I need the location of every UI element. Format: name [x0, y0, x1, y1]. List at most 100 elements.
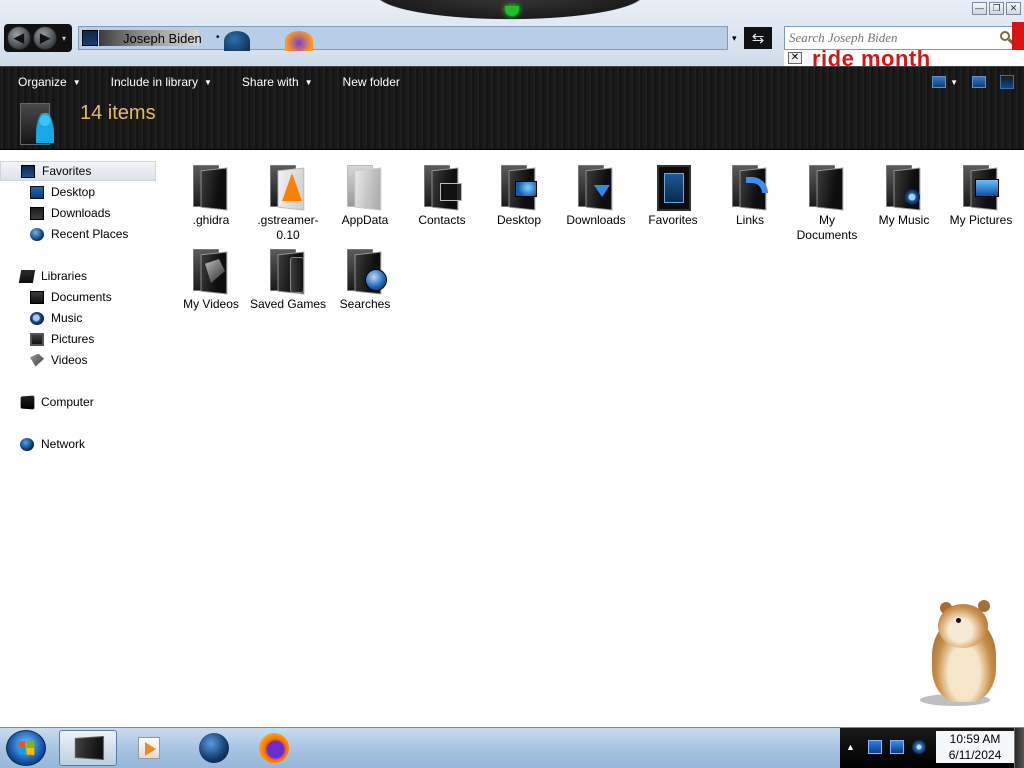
firefox-icon	[285, 31, 313, 51]
search-box	[784, 26, 1020, 50]
pictures-folder-icon	[961, 163, 1001, 211]
organize-button[interactable]: Organize ▼	[18, 75, 81, 89]
close-button[interactable]: ✕	[1006, 2, 1021, 15]
favorites-icon	[21, 164, 35, 178]
taskbar-media-player-button[interactable]	[120, 730, 178, 766]
sidebar-label: Pictures	[51, 332, 95, 346]
sidebar-label: Desktop	[51, 185, 96, 199]
file-list: .ghidra .gstreamer-0.10 AppData Contacts…	[170, 151, 1024, 726]
file-name: Desktop	[496, 213, 542, 227]
address-bar[interactable]: Joseph Biden •	[78, 26, 728, 51]
links-folder-icon	[730, 163, 770, 211]
title-bar: ◀ ▶ ▾ Joseph Biden • ▾ ⇆ — ❐ ✕ ✕ ride mo…	[0, 0, 1024, 66]
include-in-library-label: Include in library	[110, 75, 198, 89]
file-item-searches[interactable]: Searches	[326, 241, 404, 312]
sidebar-item-favorites[interactable]: Favorites	[0, 161, 156, 181]
sidebar-item-network[interactable]: Network	[0, 434, 85, 454]
clock[interactable]: 10:59 AM 6/11/2024	[936, 731, 1014, 763]
back-arrow-icon: ◀	[14, 30, 24, 45]
file-name: .ghidra	[192, 213, 230, 227]
organize-label: Organize	[18, 75, 67, 89]
file-item-gstreamer[interactable]: .gstreamer-0.10	[249, 157, 327, 243]
sidebar-label: Computer	[41, 395, 94, 409]
address-path[interactable]: Joseph Biden	[123, 31, 202, 46]
refresh-button[interactable]: ⇆	[744, 27, 772, 49]
file-item-links[interactable]: Links	[711, 157, 789, 228]
file-name: Saved Games	[249, 297, 327, 311]
taskbar-firefox-button[interactable]	[245, 730, 303, 766]
file-item-my-documents[interactable]: My Documents	[788, 157, 866, 243]
network-icon	[20, 437, 34, 451]
ad-text: ride month	[812, 50, 931, 66]
file-name: My Videos	[183, 297, 239, 311]
sidebar-item-documents[interactable]: Documents	[0, 287, 112, 307]
change-view-icon[interactable]	[932, 76, 947, 88]
hamster-mascot	[920, 600, 1010, 710]
start-button[interactable]	[6, 730, 46, 766]
clock-date: 6/11/2024	[948, 748, 1002, 762]
taskbar-explorer-button[interactable]	[59, 730, 117, 766]
share-with-label: Share with	[241, 75, 299, 89]
views-dropdown[interactable]: ▼	[950, 78, 958, 87]
file-name: Links	[735, 213, 764, 227]
sidebar-label: Libraries	[41, 269, 88, 283]
recent-pages-dropdown[interactable]: ▾	[59, 34, 69, 43]
network-status-icon[interactable]	[890, 740, 904, 754]
ad-close-button[interactable]: ✕	[788, 52, 802, 64]
windows-logo-icon	[18, 740, 35, 756]
documents-icon	[30, 290, 44, 304]
file-name: My Documents	[796, 213, 858, 242]
sidebar-item-pictures[interactable]: Pictures	[0, 329, 94, 349]
share-with-button[interactable]: Share with ▼	[242, 75, 313, 89]
file-item-my-music[interactable]: My Music	[865, 157, 943, 228]
file-item-my-videos[interactable]: My Videos	[172, 241, 250, 312]
file-item-downloads[interactable]: Downloads	[557, 157, 635, 228]
sidebar-item-videos[interactable]: Videos	[0, 350, 87, 370]
back-button[interactable]: ◀	[7, 26, 31, 50]
media-player-icon	[138, 737, 160, 759]
sidebar-item-desktop[interactable]: Desktop	[0, 182, 95, 202]
sidebar-label: Downloads	[51, 206, 111, 220]
downloads-folder-icon	[576, 163, 616, 211]
file-name: Contacts	[418, 213, 466, 227]
file-item-appdata[interactable]: AppData	[326, 157, 404, 228]
sidebar-item-downloads[interactable]: Downloads	[0, 203, 110, 223]
maximize-button[interactable]: ❐	[989, 2, 1004, 15]
user-folder-large-icon	[20, 101, 60, 149]
contacts-folder-icon	[422, 163, 462, 211]
file-item-my-pictures[interactable]: My Pictures	[942, 157, 1020, 228]
help-icon[interactable]	[1000, 75, 1014, 89]
address-separator: •	[216, 32, 220, 43]
desktop-folder-icon	[499, 163, 539, 211]
file-name: Downloads	[566, 213, 626, 227]
minimize-button[interactable]: —	[972, 2, 987, 15]
show-desktop-button[interactable]	[1014, 728, 1024, 768]
file-item-contacts[interactable]: Contacts	[403, 157, 481, 228]
forward-button[interactable]: ▶	[33, 26, 57, 50]
volume-icon[interactable]	[912, 740, 926, 754]
sidebar-item-recent-places[interactable]: Recent Places	[0, 224, 128, 244]
file-item-favorites[interactable]: Favorites	[634, 157, 712, 228]
include-in-library-button[interactable]: Include in library ▼	[111, 75, 212, 89]
sidebar-label: Network	[41, 437, 86, 451]
command-bar: Organize ▼ Include in library ▼ Share with…	[0, 67, 1024, 97]
new-folder-button[interactable]: New folder	[343, 75, 400, 89]
file-item-ghidra[interactable]: .ghidra	[172, 157, 250, 228]
sidebar-item-computer[interactable]: Computer	[0, 392, 94, 412]
internet-explorer-icon	[199, 733, 229, 763]
sidebar-item-music[interactable]: Music	[0, 308, 82, 328]
taskbar-internet-explorer-button[interactable]	[185, 730, 243, 766]
desktop-icon	[30, 185, 44, 199]
file-item-saved-games[interactable]: Saved Games	[249, 241, 327, 312]
preview-pane-icon[interactable]	[972, 76, 986, 88]
action-center-icon[interactable]	[868, 740, 882, 754]
search-input[interactable]	[785, 27, 995, 49]
file-item-desktop[interactable]: Desktop	[480, 157, 558, 228]
sidebar-item-libraries[interactable]: Libraries	[0, 266, 87, 286]
computer-icon	[20, 394, 35, 410]
address-dropdown[interactable]: ▾	[732, 28, 742, 48]
ad-banner: ✕ ride month	[784, 50, 1024, 66]
refresh-icon: ⇆	[751, 30, 765, 47]
show-hidden-icons-button[interactable]: ▲	[846, 742, 855, 752]
new-folder-label: New folder	[342, 75, 400, 89]
